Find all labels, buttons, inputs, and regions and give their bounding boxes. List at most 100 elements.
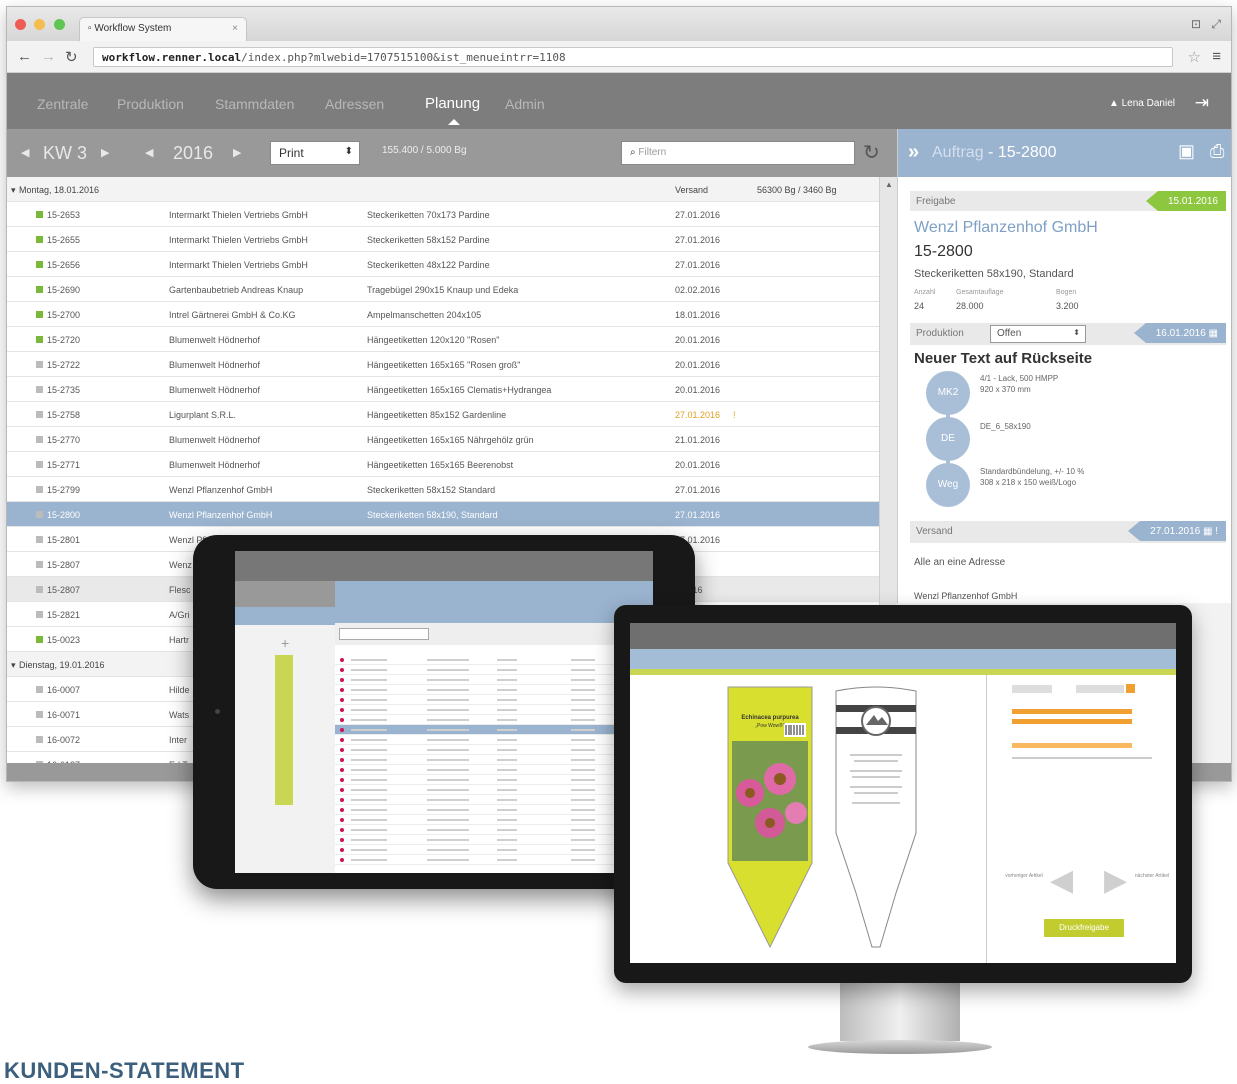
scroll-up-icon[interactable]: ▲: [885, 180, 893, 189]
order-row[interactable]: 15-2720 Blumenwelt Hödnerhof Hängeetikette…: [7, 327, 879, 352]
status-done-icon: [36, 236, 43, 243]
tablet-row-text: [497, 739, 517, 741]
browser-tab[interactable]: ▫ Workflow System ×: [79, 17, 247, 41]
prev-week-icon[interactable]: ◀: [21, 146, 29, 159]
order-row[interactable]: 15-2690 Gartenbaubetrieb Andreas Knaup Tra…: [7, 277, 879, 302]
tablet-row-status: [340, 738, 344, 742]
tablet-row-text: [571, 749, 595, 751]
save-icon[interactable]: ▣: [1178, 141, 1195, 162]
next-article-icon[interactable]: ▶: [1104, 863, 1127, 898]
weight-summary: 155.400 / 5.000 Bg: [382, 145, 467, 156]
print-release-button[interactable]: Druckfreigabe: [1044, 919, 1124, 937]
order-id: 15-2821: [47, 610, 81, 620]
url-field[interactable]: workflow.renner.local/index.php?mlwebid=…: [93, 47, 1173, 67]
filter-input[interactable]: ⌕ Filtern: [621, 141, 855, 165]
tablet-row-text: [571, 759, 595, 761]
url-path: /index.php?mlwebid=1707515100&ist_menuei…: [241, 51, 566, 64]
order-row[interactable]: 15-2655 Intermarkt Thielen Vertriebs GmbH…: [7, 227, 879, 252]
order-row[interactable]: 15-2758 Ligurplant S.R.L. Hängeetiketten 8…: [7, 402, 879, 427]
menu-icon[interactable]: ≡: [1212, 48, 1221, 65]
monitor-device: Echinacea purpurea „Pow Wow®" ◀ ▶ vorher…: [614, 605, 1192, 983]
order-date: 02.02.2016: [675, 285, 721, 295]
versand-date[interactable]: 27.01.2016 ▦ !: [1128, 521, 1226, 541]
monitor-option-row: [1012, 685, 1052, 693]
refresh-icon[interactable]: ↻: [863, 140, 880, 165]
maximize-window-button[interactable]: [53, 19, 65, 30]
order-product: Hängeetiketten 165x165 "Rosen groß": [367, 360, 521, 370]
minimize-window-button[interactable]: [34, 19, 46, 30]
user-profile-icon[interactable]: ⊡: [1191, 17, 1201, 31]
tablet-row-status: [340, 758, 344, 762]
freigabe-date[interactable]: 15.01.2016: [1145, 191, 1226, 211]
user-menu[interactable]: ▲ Lena Daniel: [1109, 98, 1175, 109]
order-row[interactable]: 15-2799 Wenzl Pflanzenhof GmbH Steckeriket…: [7, 477, 879, 502]
order-product: Steckeriketten 48x122 Pardine: [367, 260, 490, 270]
tablet-row: [335, 815, 653, 825]
order-row[interactable]: 15-2800 Wenzl Pflanzenhof GmbH Steckeriket…: [7, 502, 879, 527]
next-article-label[interactable]: nächster Artikel: [1132, 873, 1172, 879]
customer-name[interactable]: Wenzl Pflanzenhof GmbH: [914, 219, 1098, 237]
bookmark-star-icon[interactable]: ☆: [1188, 48, 1201, 66]
section-title: KUNDEN-STATEMENT: [4, 1058, 245, 1083]
order-product: Hängeetiketten 120x120 "Rosen": [367, 335, 500, 345]
tablet-row-text: [427, 779, 469, 781]
order-row[interactable]: 15-2656 Intermarkt Thielen Vertriebs GmbH…: [7, 252, 879, 277]
fullscreen-icon[interactable]: ⤢: [1211, 17, 1221, 32]
step-badge-mk2[interactable]: MK2: [926, 371, 970, 415]
close-tab-icon[interactable]: ×: [232, 23, 238, 34]
back-icon[interactable]: ←: [17, 48, 32, 65]
prev-article-icon[interactable]: ◀: [1050, 863, 1073, 898]
order-customer: Intermarkt Thielen Vertriebs GmbH: [169, 260, 308, 270]
order-row[interactable]: 15-2735 Blumenwelt Hödnerhof Hängeetikette…: [7, 377, 879, 402]
forward-icon[interactable]: →: [41, 48, 56, 65]
detail-title: Auftrag - 15-2800: [932, 144, 1057, 161]
tablet-row-text: [351, 769, 387, 771]
tablet-row-text: [497, 809, 517, 811]
active-nav-indicator: [448, 119, 460, 125]
nav-item-produktion[interactable]: Produktion: [117, 96, 184, 112]
order-product: Hängeetiketten 165x165 Clematis+Hydrange…: [367, 385, 552, 395]
tablet-row-status: [340, 658, 344, 662]
close-window-button[interactable]: [15, 19, 26, 30]
expand-icon[interactable]: ▾: [11, 185, 16, 196]
step-badge-weg[interactable]: Weg: [926, 463, 970, 507]
tablet-row-text: [571, 829, 595, 831]
tablet-row-text: [571, 779, 595, 781]
prev-article-label[interactable]: vorheriger Artikel: [1002, 873, 1046, 879]
collapse-panel-icon[interactable]: »: [908, 141, 919, 164]
order-row[interactable]: 15-2653 Intermarkt Thielen Vertriebs GmbH…: [7, 202, 879, 227]
prev-year-icon[interactable]: ◀: [145, 146, 153, 159]
order-row[interactable]: 15-2722 Blumenwelt Hödnerhof Hängeetikette…: [7, 352, 879, 377]
nav-item-zentrale[interactable]: Zentrale: [37, 96, 88, 112]
job-heading: Neuer Text auf Rückseite: [914, 350, 1093, 367]
next-year-icon[interactable]: ▶: [233, 146, 241, 159]
product-description: Steckeriketten 58x190, Standard: [914, 268, 1074, 280]
expand-icon[interactable]: ▾: [11, 660, 16, 671]
print-type-select[interactable]: Print ⬍: [270, 141, 360, 165]
nav-item-planung[interactable]: Planung: [425, 95, 480, 112]
calendar-icon: ▦: [1208, 328, 1218, 339]
print-icon[interactable]: ⎙: [1210, 141, 1224, 162]
nav-item-stammdaten[interactable]: Stammdaten: [215, 96, 294, 112]
nav-item-admin[interactable]: Admin: [505, 96, 545, 112]
reload-icon[interactable]: ↻: [65, 48, 78, 66]
order-row[interactable]: 15-2771 Blumenwelt Hödnerhof Hängeetikette…: [7, 452, 879, 477]
tablet-row-text: [351, 689, 387, 691]
nav-item-adressen[interactable]: Adressen: [325, 96, 384, 112]
produktion-status-select[interactable]: Offen ⬍: [990, 325, 1086, 343]
tablet-row-text: [427, 849, 469, 851]
logout-icon[interactable]: ⇥: [1195, 93, 1209, 113]
order-row[interactable]: 15-2700 Intrel Gärtnerei GmbH & Co.KG Ampe…: [7, 302, 879, 327]
step-text-weg: Standardbündelung, +/- 10 % 308 x 218 x …: [980, 467, 1085, 487]
step-badge-de[interactable]: DE: [926, 417, 970, 461]
detail-header: » Auftrag - 15-2800 ▣ ⎙: [898, 129, 1231, 177]
tablet-row: [335, 835, 653, 845]
day-group-header[interactable]: ▾ Montag, 18.01.2016 Versand 56300 Bg / 346…: [7, 177, 879, 202]
tablet-row-status: [340, 768, 344, 772]
order-row[interactable]: 15-2770 Blumenwelt Hödnerhof Hängeetikette…: [7, 427, 879, 452]
next-week-icon[interactable]: ▶: [101, 146, 109, 159]
tablet-row-text: [351, 759, 387, 761]
tablet-row-status: [340, 748, 344, 752]
produktion-date[interactable]: 16.01.2016 ▦: [1133, 323, 1226, 343]
freigabe-label: Freigabe: [916, 196, 956, 207]
